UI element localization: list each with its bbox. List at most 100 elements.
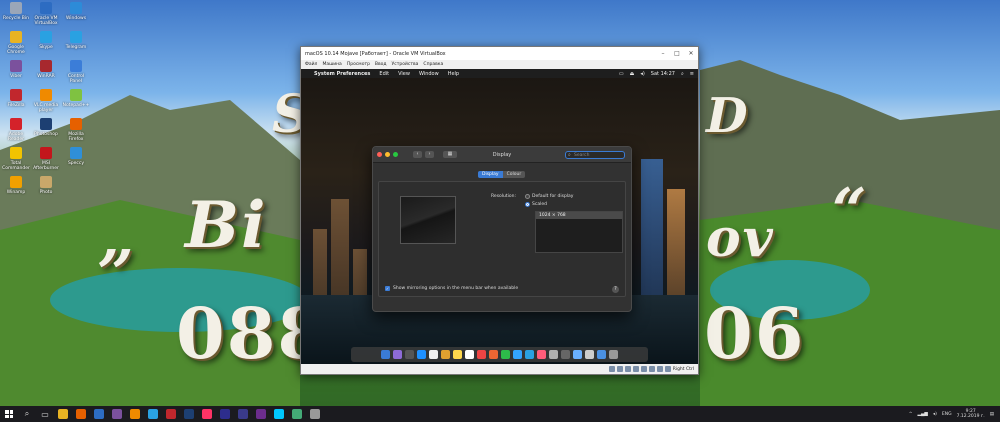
taskbar-app-button[interactable] bbox=[90, 406, 108, 422]
desktop-icon[interactable]: Recycle Bin bbox=[2, 2, 30, 28]
zoom-window-icon[interactable] bbox=[393, 152, 398, 157]
minimize-icon[interactable]: – bbox=[656, 50, 670, 57]
mac-clock[interactable]: Sat 14:27 bbox=[651, 71, 675, 77]
desktop-icon[interactable]: Oracle VM VirtualBox bbox=[32, 2, 60, 28]
forward-icon[interactable]: › bbox=[425, 151, 434, 158]
show-all-grid-icon[interactable]: ▦ bbox=[443, 151, 457, 158]
resolution-list[interactable]: 1024 × 768 bbox=[535, 211, 623, 253]
checkbox-checked-icon[interactable]: ✓ bbox=[385, 286, 390, 291]
desktop-icon[interactable]: Total Commander bbox=[2, 147, 30, 173]
vm-menu-view[interactable]: Просмотр bbox=[347, 62, 370, 67]
keyboard-status-icon[interactable] bbox=[664, 366, 671, 372]
dock-app-icon[interactable] bbox=[393, 350, 402, 359]
desktop-icon[interactable]: Mozilla Firefox bbox=[62, 118, 90, 144]
taskbar-search-icon[interactable]: ⌕ bbox=[18, 406, 36, 422]
spotlight-icon[interactable]: ⌕ bbox=[681, 71, 684, 77]
radio-default-for-display[interactable]: Default for display bbox=[525, 194, 573, 199]
desktop-icon[interactable]: FileZilla bbox=[2, 89, 30, 115]
dock-app-icon[interactable] bbox=[609, 350, 618, 359]
usb-status-icon[interactable] bbox=[640, 366, 647, 372]
taskbar-app-button[interactable] bbox=[126, 406, 144, 422]
dock-app-icon[interactable] bbox=[513, 350, 522, 359]
close-window-icon[interactable] bbox=[377, 152, 382, 157]
start-button[interactable] bbox=[0, 406, 18, 422]
virtualbox-window[interactable]: macOS 10.14 Mojave [Работает] - Oracle V… bbox=[300, 46, 699, 375]
dock-app-icon[interactable] bbox=[549, 350, 558, 359]
taskbar-app-button[interactable] bbox=[270, 406, 288, 422]
tray-chevron-icon[interactable]: ^ bbox=[909, 412, 913, 417]
mac-menu-edit[interactable]: Edit bbox=[379, 71, 389, 77]
taskbar-app-button[interactable] bbox=[144, 406, 162, 422]
optical-status-icon[interactable] bbox=[616, 366, 623, 372]
display-status-icon[interactable] bbox=[656, 366, 663, 372]
vm-menu-machine[interactable]: Машина bbox=[322, 62, 341, 67]
search-field[interactable]: ⌕ Search bbox=[565, 151, 625, 159]
dock-app-icon[interactable] bbox=[453, 350, 462, 359]
desktop-icon[interactable]: VLC media player bbox=[32, 89, 60, 115]
dock-app-icon[interactable] bbox=[573, 350, 582, 359]
desktop-icon[interactable]: MSI Afterburner bbox=[32, 147, 60, 173]
macos-screen[interactable]: System Preferences Edit View Window Help… bbox=[301, 69, 698, 365]
desktop-icon[interactable]: Telegram bbox=[62, 31, 90, 57]
taskbar-app-button[interactable] bbox=[288, 406, 306, 422]
dock-app-icon[interactable] bbox=[597, 350, 606, 359]
mirroring-option[interactable]: ✓ Show mirroring options in the menu bar… bbox=[385, 286, 518, 291]
desktop-icon[interactable]: Notepad++ bbox=[62, 89, 90, 115]
network-icon[interactable]: ▂▄▆ bbox=[917, 412, 927, 417]
taskbar-app-button[interactable] bbox=[198, 406, 216, 422]
mac-menu-window[interactable]: Window bbox=[419, 71, 439, 77]
dock-app-icon[interactable] bbox=[429, 350, 438, 359]
help-button[interactable]: ? bbox=[612, 286, 619, 293]
desktop-icon[interactable]: Photo bbox=[32, 176, 60, 202]
desktop-icon[interactable]: Control Panel bbox=[62, 60, 90, 86]
desktop-icon[interactable]: Skype bbox=[32, 31, 60, 57]
radio-scaled[interactable]: Scaled bbox=[525, 202, 547, 207]
audio-status-icon[interactable] bbox=[624, 366, 631, 372]
mac-app-name[interactable]: System Preferences bbox=[314, 71, 370, 77]
eject-icon[interactable]: ⏏ bbox=[630, 71, 635, 77]
dock-app-icon[interactable] bbox=[441, 350, 450, 359]
taskbar-app-button[interactable] bbox=[108, 406, 126, 422]
taskbar-clock[interactable]: 9:27 7.12.2019 г. bbox=[957, 409, 985, 419]
taskbar-app-button[interactable] bbox=[162, 406, 180, 422]
desktop-icon[interactable]: Google Chrome bbox=[2, 31, 30, 57]
resolution-option[interactable]: 1024 × 768 bbox=[536, 212, 622, 219]
vm-titlebar[interactable]: macOS 10.14 Mojave [Работает] - Oracle V… bbox=[301, 47, 698, 60]
shared-folder-status-icon[interactable] bbox=[648, 366, 655, 372]
task-view-icon[interactable]: ▭ bbox=[36, 406, 54, 422]
back-icon[interactable]: ‹ bbox=[413, 151, 422, 158]
taskbar-app-button[interactable] bbox=[252, 406, 270, 422]
dock-app-icon[interactable] bbox=[489, 350, 498, 359]
network-status-icon[interactable] bbox=[632, 366, 639, 372]
vm-menu-file[interactable]: Файл bbox=[305, 62, 317, 67]
speaker-icon[interactable]: ◂) bbox=[933, 412, 937, 417]
desktop-icon[interactable]: Photoshop bbox=[32, 118, 60, 144]
desktop-icon[interactable]: Speccy bbox=[62, 147, 90, 173]
desktop-icon[interactable]: Windows bbox=[62, 2, 90, 28]
vm-menu-devices[interactable]: Устройства bbox=[392, 62, 419, 67]
taskbar-app-button[interactable] bbox=[72, 406, 90, 422]
taskbar-app-button[interactable] bbox=[234, 406, 252, 422]
mac-menu-help[interactable]: Help bbox=[448, 71, 459, 77]
notification-center-icon[interactable]: ≡ bbox=[690, 71, 694, 77]
vm-menu-help[interactable]: Справка bbox=[423, 62, 443, 67]
dock-app-icon[interactable] bbox=[585, 350, 594, 359]
dock-app-icon[interactable] bbox=[525, 350, 534, 359]
dock-app-icon[interactable] bbox=[561, 350, 570, 359]
desktop-icon[interactable]: Viber bbox=[2, 60, 30, 86]
taskbar-app-button[interactable] bbox=[54, 406, 72, 422]
minimize-window-icon[interactable] bbox=[385, 152, 390, 157]
maximize-icon[interactable]: □ bbox=[670, 50, 684, 57]
display-preferences-window[interactable]: ‹ › ▦ Display ⌕ Search Display Colour Re… bbox=[372, 146, 632, 312]
dock-app-icon[interactable] bbox=[465, 350, 474, 359]
dock-app-icon[interactable] bbox=[501, 350, 510, 359]
vm-menu-input[interactable]: Ввод bbox=[375, 62, 387, 67]
dock-app-icon[interactable] bbox=[477, 350, 486, 359]
dock-app-icon[interactable] bbox=[417, 350, 426, 359]
volume-icon[interactable]: ◂) bbox=[640, 71, 644, 77]
dock-app-icon[interactable] bbox=[537, 350, 546, 359]
mac-menu-view[interactable]: View bbox=[398, 71, 410, 77]
taskbar-app-button[interactable] bbox=[216, 406, 234, 422]
hdd-status-icon[interactable] bbox=[608, 366, 615, 372]
notifications-icon[interactable]: ▤ bbox=[990, 412, 994, 417]
